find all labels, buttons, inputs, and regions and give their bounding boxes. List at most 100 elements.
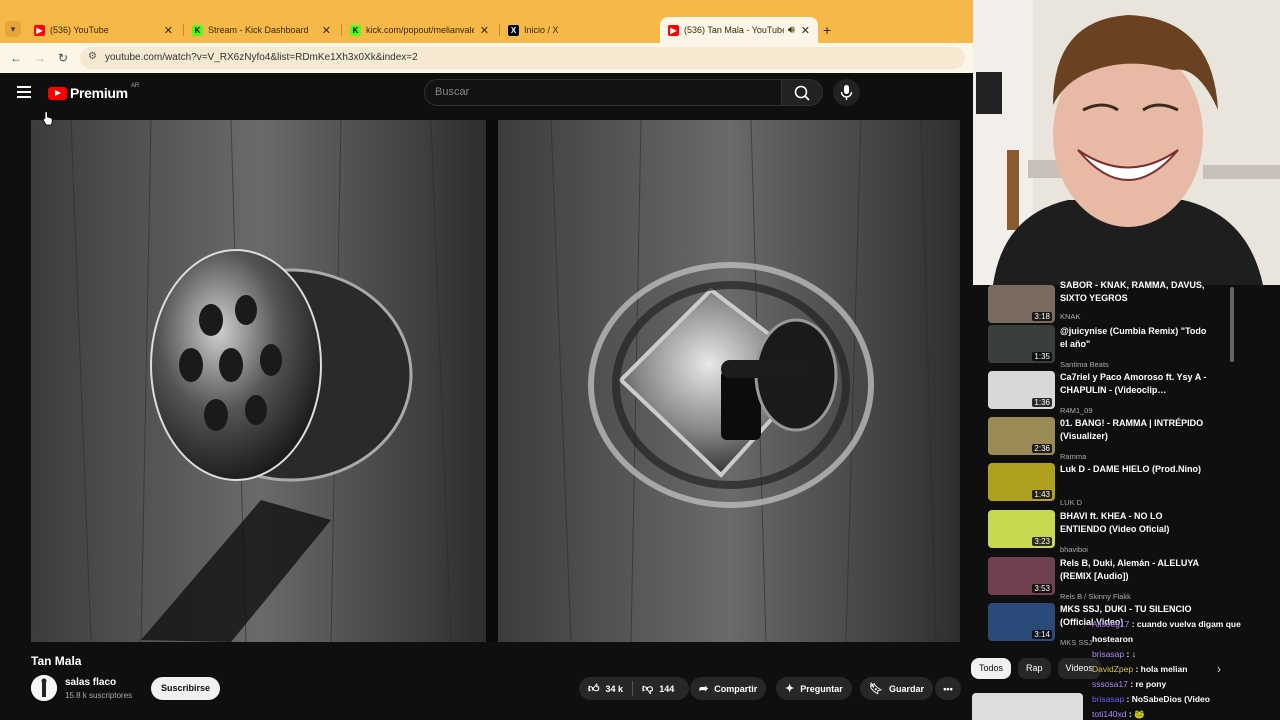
playlist-item-channel[interactable]: KNAK <box>1060 312 1080 321</box>
related-filter-chips: Todos Rap Videos <box>971 658 1108 680</box>
save-button[interactable]: 🔖︎ Guardar <box>860 677 933 700</box>
logo-text: Premium <box>70 85 128 101</box>
tab-youtube[interactable]: ▶ (536) YouTube ✕ <box>26 19 181 41</box>
related-video-thumbnail[interactable] <box>972 693 1083 720</box>
playlist-item-title[interactable]: Rels B, Duki, Alemán - ALELUYA (REMIX [A… <box>1060 557 1210 583</box>
speaker-icon[interactable]: 🔊︎ <box>788 24 795 37</box>
search-placeholder: Buscar <box>435 86 470 98</box>
share-button[interactable]: ➦ Compartir <box>690 677 767 700</box>
playlist-item-channel[interactable]: Santima Beats <box>1060 360 1109 369</box>
playlist-item[interactable]: 3:23 BHAVI ft. KHEA - NO LO ENTIENDO (Vid… <box>988 510 1228 554</box>
video-player[interactable] <box>31 120 960 642</box>
playlist-item-title[interactable]: Luk D - DAME HIELO (Prod.Nino) <box>1060 463 1210 476</box>
ask-button[interactable]: ✦ Preguntar <box>776 677 852 700</box>
video-duration: 3:23 <box>1032 537 1052 546</box>
tab-kick-popout[interactable]: K kick.com/popout/melianvalen/ ✕ <box>342 19 497 41</box>
playlist-item-channel[interactable]: Rels B / Skinny Flakk <box>1060 592 1131 601</box>
youtube-icon: ▶ <box>668 24 679 36</box>
chat-message: brisasap : NoSabeDios (Video <box>1092 694 1210 704</box>
url-text[interactable]: youtube.com/watch?v=V_RX6zNyfo4&list=RDm… <box>105 52 418 63</box>
search-input[interactable]: Buscar <box>424 79 782 106</box>
playlist-item[interactable]: 1:43 Luk D - DAME HIELO (Prod.Nino) LUK D <box>988 463 1228 507</box>
subscriber-count: 15.8 k suscriptores <box>65 691 133 700</box>
playlist-item-title[interactable]: @juicynise (Cumbia Remix) "Todo el año" <box>1060 325 1210 351</box>
playlist-thumbnail[interactable]: 1:36 <box>988 371 1055 409</box>
playlist-scrollbar[interactable] <box>1230 287 1234 362</box>
playlist-item[interactable]: 3:53 Rels B, Duki, Alemán - ALELUYA (REMI… <box>988 557 1228 601</box>
voice-search-button[interactable] <box>833 79 860 106</box>
playlist-item[interactable]: 3:18 SABOR - KNAK, RAMMA, DAVUS, SIXTO YE… <box>988 280 1228 329</box>
close-tab-icon[interactable]: ✕ <box>322 24 331 37</box>
tab-x-home[interactable]: X Inicio / X <box>500 19 655 41</box>
share-icon: ➦ <box>699 683 709 695</box>
tab-title: Inicio / X <box>524 25 559 35</box>
video-duration: 1:36 <box>1032 398 1052 407</box>
playlist-item[interactable]: 2:36 01. BANG! - RAMMA | INTRÉPIDO (Visua… <box>988 417 1228 461</box>
video-duration: 2:36 <box>1032 444 1052 453</box>
tab-title: kick.com/popout/melianvalen/ <box>366 25 474 35</box>
microphone-icon <box>840 85 853 100</box>
playlist-item[interactable]: 1:35 @juicynise (Cumbia Remix) "Todo el a… <box>988 325 1228 369</box>
playlist-item-channel[interactable]: MKS SSJ <box>1060 638 1092 647</box>
playlist-item-title[interactable]: Ca7riel y Paco Amoroso ft. Ysy A - CHAPU… <box>1060 371 1210 397</box>
playlist-thumbnail[interactable]: 3:23 <box>988 510 1055 548</box>
playlist-item-title[interactable]: 01. BANG! - RAMMA | INTRÉPIDO (Visualize… <box>1060 417 1210 443</box>
playlist-thumbnail[interactable]: 3:18 <box>988 285 1055 323</box>
kick-icon: K <box>192 24 203 36</box>
address-bar-row: ← → ↻ ⚙︎ youtube.com/watch?v=V_RX6zNyfo4… <box>0 43 973 73</box>
video-duration: 3:18 <box>1032 312 1052 321</box>
menu-icon[interactable] <box>17 86 31 101</box>
kick-icon: K <box>350 24 361 36</box>
url-bar[interactable]: ⚙︎ youtube.com/watch?v=V_RX6zNyfo4&list=… <box>80 47 965 69</box>
playlist-thumbnail[interactable]: 1:43 <box>988 463 1055 501</box>
back-icon[interactable]: ← <box>10 51 22 65</box>
youtube-premium-logo[interactable]: Premium AR <box>48 83 140 101</box>
tab-tan-mala[interactable]: ▶ (536) Tan Mala - YouTube 🔊︎ ✕ <box>660 17 818 43</box>
playlist-thumbnail[interactable]: 1:35 <box>988 325 1055 363</box>
playlist-item-channel[interactable]: Ramma <box>1060 452 1086 461</box>
playlist-thumbnail[interactable]: 3:14 <box>988 603 1055 641</box>
bookmark-icon: 🔖︎ <box>869 683 883 695</box>
tab-title: (536) Tan Mala - YouTube <box>684 25 784 35</box>
dislike-button[interactable]: 👎︎ 144 <box>633 677 683 700</box>
chat-message: Alisoeg17 : cuando vuelva digam que host… <box>1092 619 1241 644</box>
tab-title: Stream - Kick Dashboard <box>208 25 309 35</box>
playlist-item-title[interactable]: SABOR - KNAK, RAMMA, DAVUS, SIXTO YEGROS <box>1060 279 1210 305</box>
playlist-item-channel[interactable]: LUK D <box>1060 498 1082 507</box>
playlist-item[interactable]: 1:36 Ca7riel y Paco Amoroso ft. Ysy A - C… <box>988 371 1228 415</box>
channel-avatar[interactable] <box>31 675 57 701</box>
new-tab-button[interactable]: + <box>823 22 831 38</box>
dislike-count: 144 <box>659 683 675 694</box>
forward-icon[interactable]: → <box>34 51 46 65</box>
playlist-thumbnail[interactable]: 3:53 <box>988 557 1055 595</box>
like-button[interactable]: 👍︎ 34 k <box>579 677 632 700</box>
video-duration: 3:14 <box>1032 630 1052 639</box>
playlist-thumbnail[interactable]: 2:36 <box>988 417 1055 455</box>
chat-message: sssosa17 : re pony <box>1092 679 1167 689</box>
close-tab-icon[interactable]: ✕ <box>164 24 173 37</box>
close-tab-icon[interactable]: ✕ <box>801 24 810 37</box>
tab-search-dropdown-icon[interactable]: ▾ <box>5 21 21 37</box>
close-tab-icon[interactable]: ✕ <box>480 24 489 37</box>
chat-message: brisasap : ↓ <box>1092 649 1136 659</box>
more-actions-button[interactable]: ••• <box>935 677 961 700</box>
playlist-item-channel[interactable]: R4M1_09 <box>1060 406 1093 415</box>
video-duration: 3:53 <box>1032 584 1052 593</box>
video-title: Tan Mala <box>31 654 82 668</box>
stream-chat-overlay: Alisoeg17 : cuando vuelva digam que host… <box>1092 617 1252 720</box>
search-button[interactable] <box>781 79 823 106</box>
playlist-item-title[interactable]: BHAVI ft. KHEA - NO LO ENTIENDO (Video O… <box>1060 510 1210 536</box>
tab-kick-dashboard[interactable]: K Stream - Kick Dashboard ✕ <box>184 19 339 41</box>
like-count: 34 k <box>605 683 624 694</box>
channel-name[interactable]: salas flaco <box>65 677 116 688</box>
site-info-icon[interactable]: ⚙︎ <box>88 51 97 62</box>
video-duration: 1:35 <box>1032 352 1052 361</box>
subscribe-button[interactable]: Suscribirse <box>151 677 220 700</box>
country-code: AR <box>130 83 140 89</box>
chip-rap[interactable]: Rap <box>1018 658 1051 679</box>
x-icon: X <box>508 24 519 36</box>
chip-todos[interactable]: Todos <box>971 658 1012 679</box>
playlist-item-channel[interactable]: bhaviboi <box>1060 545 1088 554</box>
youtube-header: Premium AR Buscar <box>0 73 973 113</box>
reload-icon[interactable]: ↻ <box>58 51 68 65</box>
